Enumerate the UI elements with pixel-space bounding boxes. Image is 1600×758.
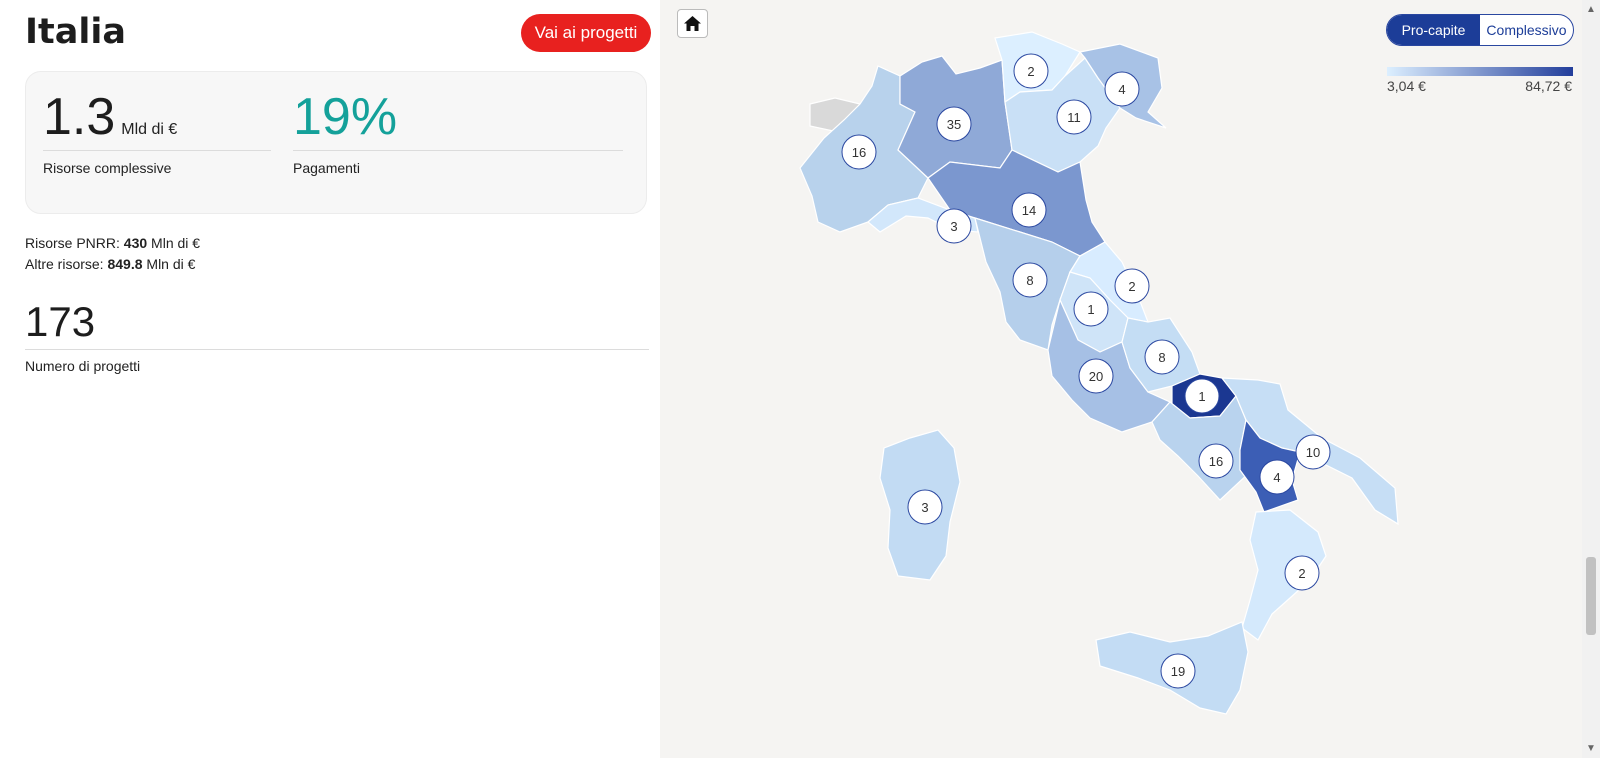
payments-label: Pagamenti (293, 160, 360, 176)
badge-calabria[interactable]: 2 (1284, 555, 1320, 591)
summary-card: 1.3 Mld di € Risorse complessive 19% Paga… (25, 71, 647, 214)
projects-count: 173 (25, 298, 96, 345)
svg-text:16: 16 (1209, 454, 1223, 469)
badge-liguria[interactable]: 3 (936, 208, 972, 244)
divider (25, 349, 649, 350)
svg-text:19: 19 (1171, 664, 1185, 679)
svg-text:1: 1 (1198, 389, 1205, 404)
badge-lombardia[interactable]: 35 (936, 106, 972, 142)
badge-toscana[interactable]: 8 (1012, 262, 1048, 298)
badge-puglia[interactable]: 10 (1295, 434, 1331, 470)
badge-molise[interactable]: 1 (1184, 378, 1220, 414)
svg-text:8: 8 (1026, 273, 1033, 288)
badge-piemonte[interactable]: 16 (841, 134, 877, 170)
scroll-up-icon[interactable]: ▲ (1586, 4, 1596, 15)
total-resources-metric: 1.3 Mld di € Risorse complessive (43, 86, 271, 176)
badge-sicilia[interactable]: 19 (1160, 653, 1196, 689)
pnrr-unit: Mln di € (147, 235, 201, 251)
pnrr-row: Risorse PNRR: 430 Mln di € (25, 233, 200, 254)
badge-friuli[interactable]: 4 (1104, 71, 1140, 107)
badge-basilicata[interactable]: 4 (1259, 459, 1295, 495)
svg-text:16: 16 (852, 145, 866, 160)
toggle-per-capita[interactable]: Pro-capite (1387, 15, 1480, 45)
other-unit: Mln di € (142, 256, 196, 272)
legend-min: 3,04 € (1387, 78, 1426, 94)
svg-text:20: 20 (1089, 369, 1103, 384)
projects-count-label: Numero di progetti (25, 358, 141, 374)
badge-trentino[interactable]: 2 (1013, 53, 1049, 89)
badge-campania[interactable]: 16 (1198, 443, 1234, 479)
map-panel[interactable]: 16 35 2 11 4 3 14 8 2 1 20 8 1 16 10 4 2… (660, 0, 1582, 758)
divider (43, 150, 271, 151)
svg-text:2: 2 (1128, 279, 1135, 294)
total-resources-value: 1.3 (43, 88, 116, 146)
total-resources-label: Risorse complessive (43, 160, 172, 176)
summary-panel: Italia Vai ai progetti 1.3 Mld di € Risor… (0, 0, 660, 758)
svg-text:1: 1 (1087, 302, 1094, 317)
badge-emilia-romagna[interactable]: 14 (1011, 192, 1047, 228)
badge-umbria[interactable]: 1 (1073, 291, 1109, 327)
legend-max: 84,72 € (1525, 78, 1572, 94)
badge-veneto[interactable]: 11 (1056, 99, 1092, 135)
svg-text:8: 8 (1158, 350, 1165, 365)
home-button[interactable] (677, 9, 708, 38)
page-title: Italia (25, 12, 126, 52)
svg-text:35: 35 (947, 117, 961, 132)
page-scrollbar[interactable]: ▲ ▼ (1582, 0, 1600, 758)
svg-text:2: 2 (1027, 64, 1034, 79)
badge-lazio[interactable]: 20 (1078, 358, 1114, 394)
payments-value: 19% (293, 88, 398, 146)
italy-map[interactable]: 16 35 2 11 4 3 14 8 2 1 20 8 1 16 10 4 2… (660, 0, 1582, 758)
pnrr-value: 430 (123, 235, 148, 251)
funding-breakdown: Risorse PNRR: 430 Mln di € Altre risorse… (25, 233, 200, 275)
payments-metric: 19% Pagamenti (293, 86, 623, 176)
divider (293, 150, 623, 151)
other-value: 849.8 (107, 256, 143, 272)
go-to-projects-button[interactable]: Vai ai progetti (521, 14, 651, 52)
svg-text:4: 4 (1273, 470, 1280, 485)
home-icon (684, 16, 701, 31)
badge-sardegna[interactable]: 3 (907, 489, 943, 525)
total-resources-unit: Mld di € (121, 121, 178, 138)
scroll-down-icon[interactable]: ▼ (1586, 743, 1596, 754)
svg-text:3: 3 (950, 219, 957, 234)
pnrr-label: Risorse PNRR: (25, 235, 124, 251)
svg-text:11: 11 (1067, 110, 1081, 125)
badge-marche[interactable]: 2 (1114, 268, 1150, 304)
other-label: Altre risorse: (25, 256, 108, 272)
svg-text:14: 14 (1022, 203, 1036, 218)
other-row: Altre risorse: 849.8 Mln di € (25, 254, 200, 275)
scrollbar-thumb[interactable] (1586, 557, 1596, 635)
svg-text:2: 2 (1298, 566, 1305, 581)
svg-text:10: 10 (1306, 445, 1320, 460)
legend-gradient (1387, 67, 1573, 76)
view-toggle[interactable]: Pro-capite Complessivo (1386, 14, 1574, 46)
svg-text:3: 3 (921, 500, 928, 515)
svg-text:4: 4 (1118, 82, 1125, 97)
toggle-total[interactable]: Complessivo (1480, 15, 1573, 45)
badge-abruzzo[interactable]: 8 (1144, 339, 1180, 375)
